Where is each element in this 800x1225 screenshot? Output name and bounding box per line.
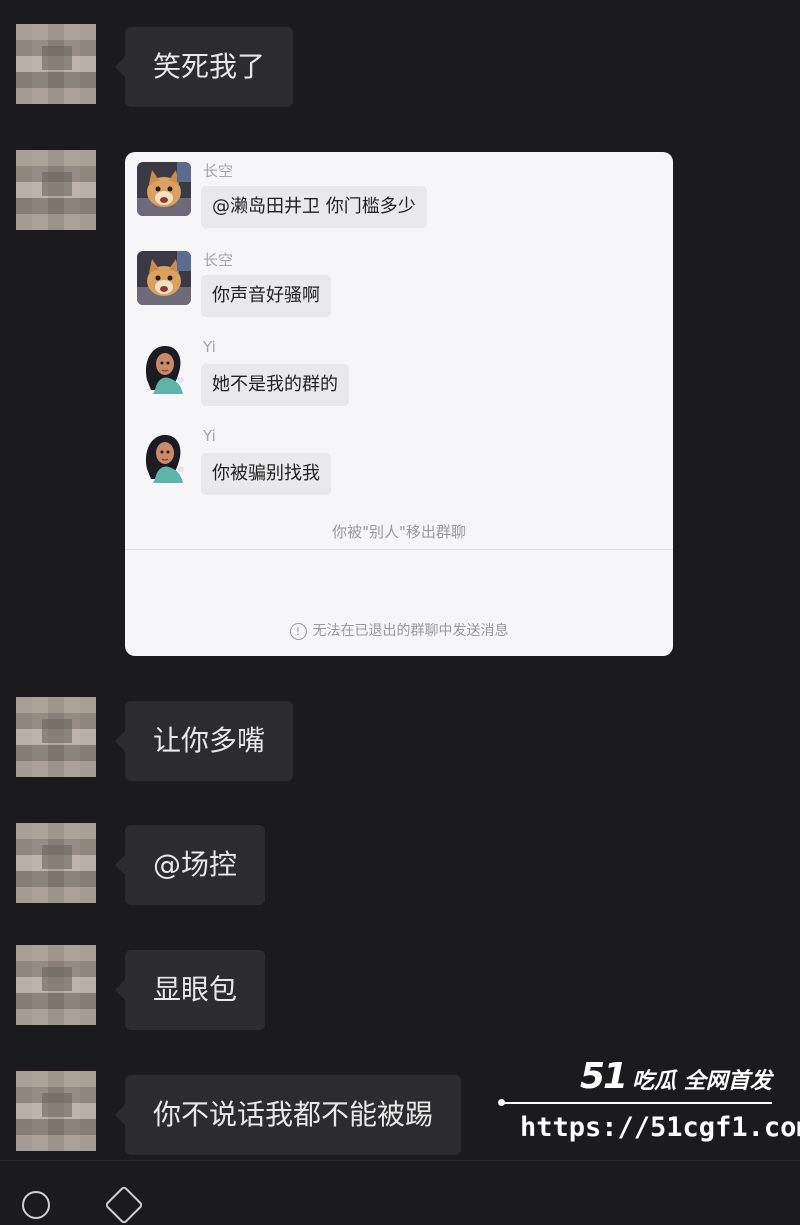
message-bubble[interactable]: 笑死我了 [114, 27, 294, 107]
chat-message-row: @场控 [0, 823, 800, 905]
chat-message-row: 让你多嘴 [0, 697, 800, 781]
screenshot-image-message[interactable]: 长空 @濑岛田井卫 你门槛多少 长空 你声音好骚啊 Yi 她不是我的群的 Yi … [125, 152, 673, 656]
cat-avatar-icon [137, 251, 191, 305]
input-divider [125, 549, 673, 550]
input-disabled-text: 无法在已退出的群聊中发送消息 [312, 623, 509, 639]
princess-avatar-icon [137, 340, 191, 394]
message-bubble[interactable]: 你不说话我都不能被踢 [114, 1075, 462, 1155]
watermark-text: 吃瓜 全网首发 [632, 1069, 772, 1094]
card-sender-name: Yi [203, 427, 216, 445]
tool-icon[interactable] [104, 1185, 144, 1225]
chat-message-row: 显眼包 [0, 945, 800, 1030]
card-message-text: 她不是我的群的 [201, 364, 349, 406]
watermark-divider [498, 1099, 772, 1106]
message-bubble[interactable]: 让你多嘴 [114, 701, 294, 781]
sender-avatar[interactable] [16, 945, 96, 1025]
watermark-number: 51 [580, 1056, 628, 1097]
sender-avatar[interactable] [16, 823, 96, 903]
sender-avatar[interactable] [16, 24, 96, 104]
watermark: 51 吃瓜 全网首发 https://51cgf1.com [498, 1056, 800, 1156]
card-message-text: 你被骗别找我 [201, 453, 331, 495]
input-toolbar [0, 1160, 800, 1225]
system-notice: 你被"别人"移出群聊 [332, 523, 466, 541]
warning-icon: ! [289, 622, 307, 640]
watermark-title: 51 吃瓜 全网首发 [580, 1056, 772, 1097]
card-message-text: 你声音好骚啊 [201, 275, 331, 317]
message-bubble[interactable]: 显眼包 [114, 950, 266, 1030]
card-message-text: @濑岛田井卫 你门槛多少 [201, 186, 427, 228]
card-sender-name: 长空 [203, 251, 234, 269]
input-disabled-notice: ! 无法在已退出的群聊中发送消息 [125, 620, 673, 640]
chat-message-row: 笑死我了 [0, 24, 800, 108]
message-bubble[interactable]: @场控 [114, 825, 266, 905]
sender-avatar[interactable] [16, 1071, 96, 1151]
cat-avatar-icon [137, 162, 191, 216]
sender-avatar[interactable] [16, 697, 96, 777]
card-sender-name: Yi [203, 338, 216, 356]
princess-avatar-icon [137, 429, 191, 483]
sender-avatar[interactable] [16, 150, 96, 230]
voice-icon[interactable] [22, 1191, 50, 1219]
card-sender-name: 长空 [203, 162, 234, 180]
watermark-url: https://51cgf1.com [520, 1112, 800, 1143]
